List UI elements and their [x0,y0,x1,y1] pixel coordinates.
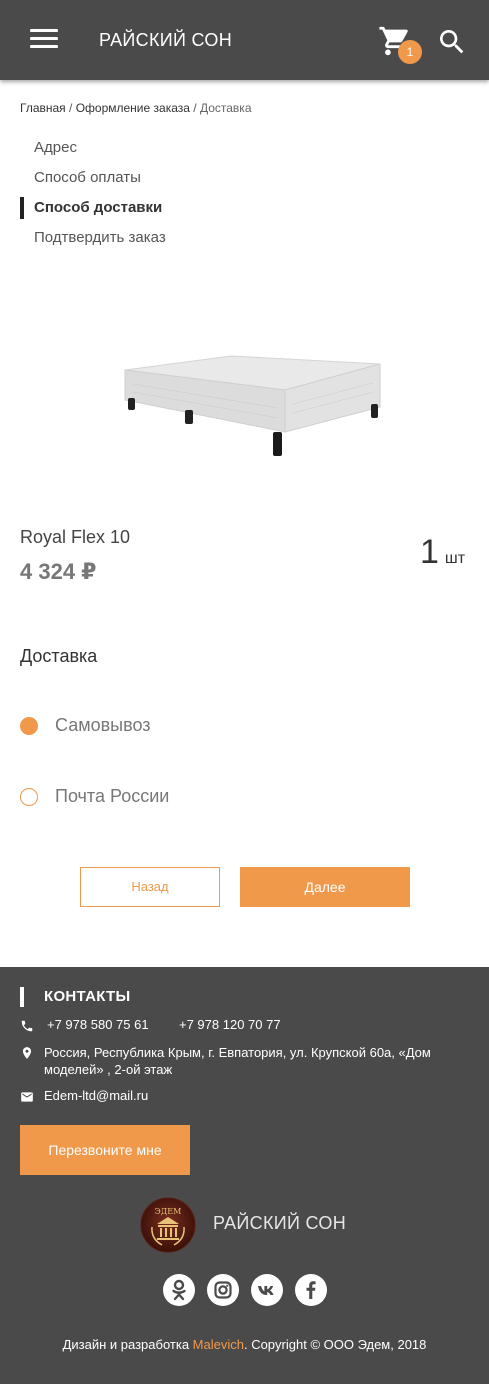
step-address[interactable]: Адрес [20,137,320,167]
radio-selected[interactable] [20,717,38,735]
mail-icon [21,1092,33,1102]
address-row: Россия, Республика Крым, г. Евпатория, у… [20,1044,470,1078]
delivery-option-russian-post[interactable]: Почта России [20,786,220,810]
email-link[interactable]: Edem-ltd@mail.ru [44,1088,148,1103]
instagram-icon[interactable] [207,1274,239,1306]
phone-number-1[interactable]: +7 978 580 75 61 [47,1017,149,1032]
product-name[interactable]: Royal Flex 10 [20,527,130,548]
footer-brand-name: РАЙСКИЙ СОН [213,1213,347,1233]
next-button[interactable]: Далее [240,867,410,907]
facebook-icon[interactable] [295,1274,327,1306]
cart-count-badge: 1 [398,40,422,64]
search-icon [440,30,464,54]
vk-icon[interactable] [251,1274,283,1306]
back-button[interactable]: Назад [80,867,220,907]
step-payment-method[interactable]: Способ оплаты [20,167,320,197]
contacts-title: КОНТАКТЫ [20,987,130,1007]
breadcrumb: Главная / Оформление заказа / Доставка [20,101,252,115]
search-button[interactable] [436,26,468,58]
address-text: Россия, Республика Крым, г. Евпатория, у… [44,1045,431,1077]
step-confirm-order[interactable]: Подтвердить заказ [20,227,320,257]
delivery-option-label: Самовывоз [55,715,151,735]
developer-link[interactable]: Malevich [193,1337,244,1352]
radio-unselected[interactable] [20,788,38,806]
brand-title[interactable]: РАЙСКИЙ СОН [99,30,232,51]
svg-text:ЭДЕМ: ЭДЕМ [155,1207,182,1216]
product-image [103,292,383,472]
cart-button[interactable]: 1 [378,24,424,64]
delivery-title: Доставка [20,646,98,666]
breadcrumb-separator: / [69,101,76,115]
delivery-option-pickup[interactable]: Самовывоз [20,715,220,739]
checkout-steps: Адрес Способ оплаты Способ доставки Подт… [20,137,320,257]
copyright: Дизайн и разработка Malevich. Copyright … [0,1337,489,1352]
copyright-suffix: . Copyright © ООО Эдем, 2018 [243,1337,427,1352]
quantity-value: 1 [420,533,439,571]
header: РАЙСКИЙ СОН 1 [0,0,489,80]
product-price: 4 324 ₽ [20,559,97,584]
delivery-option-label: Почта России [55,786,170,806]
location-pin-icon [22,1047,32,1059]
phone-number-2[interactable]: +7 978 120 70 77 [179,1017,281,1032]
footer: КОНТАКТЫ +7 978 580 75 61 +7 978 120 70 … [0,967,489,1384]
breadcrumb-checkout[interactable]: Оформление заказа [76,101,190,115]
breadcrumb-current: Доставка [199,101,252,115]
callback-button[interactable]: Перезвоните мне [20,1125,190,1175]
product-quantity: 1 шт [420,533,465,572]
edem-logo[interactable]: ЭДЕМ [140,1197,196,1253]
copyright-prefix: Дизайн и разработка [62,1337,193,1352]
hamburger-menu-icon[interactable] [30,28,58,50]
breadcrumb-home[interactable]: Главная [20,101,66,115]
phone-icon [21,1020,33,1032]
step-delivery-method[interactable]: Способ доставки [20,197,320,227]
quantity-unit: шт [444,550,466,567]
breadcrumb-separator: / [193,101,200,115]
odnoklassniki-icon[interactable] [163,1274,195,1306]
